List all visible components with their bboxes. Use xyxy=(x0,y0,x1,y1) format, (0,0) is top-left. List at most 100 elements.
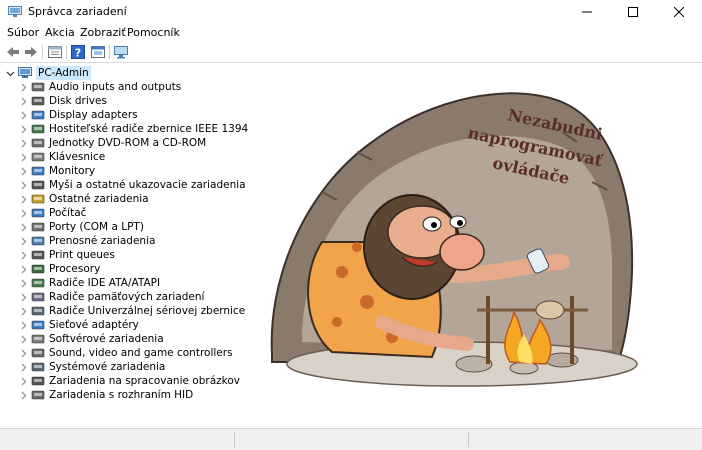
chevron-right-icon[interactable] xyxy=(18,206,28,220)
maximize-icon xyxy=(628,7,638,17)
tree-item[interactable]: Prenosné zariadenia xyxy=(18,234,155,248)
tree-item[interactable]: Disk drives xyxy=(18,94,107,108)
chevron-right-icon[interactable] xyxy=(18,122,28,136)
tree-item-label: Prenosné zariadenia xyxy=(49,235,156,247)
minimize-button[interactable] xyxy=(564,0,610,24)
back-icon[interactable] xyxy=(5,44,21,60)
tree-item-label: Porty (COM a LPT) xyxy=(49,221,144,233)
network-adapter-icon xyxy=(31,320,45,330)
tree-item[interactable]: Hostiteľské radiče zbernice IEEE 1394 xyxy=(18,122,248,136)
mouse-icon xyxy=(31,180,45,190)
toolbar-separator xyxy=(42,45,43,59)
maximize-button[interactable] xyxy=(610,0,656,24)
close-button[interactable] xyxy=(656,0,702,24)
tree-item-label: Procesory xyxy=(49,263,101,275)
tree-item[interactable]: Ostatné zariadenia xyxy=(18,192,149,206)
tree-item[interactable]: Zariadenia s rozhraním HID xyxy=(18,388,193,402)
tree-item-label: Systémové zariadenia xyxy=(49,361,166,373)
chevron-right-icon[interactable] xyxy=(18,164,28,178)
tree-item[interactable]: Systémové zariadenia xyxy=(18,360,165,374)
tree-item[interactable]: Monitory xyxy=(18,164,95,178)
tree-root[interactable]: PC-Admin xyxy=(5,66,91,80)
svg-text:?: ? xyxy=(75,47,81,60)
tree-item[interactable]: Sound, video and game controllers xyxy=(18,346,233,360)
port-icon xyxy=(31,222,45,232)
tree-item[interactable]: Radiče IDE ATA/ATAPI xyxy=(18,276,160,290)
chevron-right-icon[interactable] xyxy=(18,136,28,150)
chevron-right-icon[interactable] xyxy=(18,332,28,346)
chevron-right-icon[interactable] xyxy=(18,388,28,402)
storage-controller-icon xyxy=(31,292,45,302)
dvd-icon xyxy=(31,138,45,148)
chevron-right-icon[interactable] xyxy=(18,248,28,262)
computer-icon xyxy=(31,208,45,218)
title-bar: Správca zariadení xyxy=(0,0,702,24)
tree-item[interactable]: Sieťové adaptéry xyxy=(18,318,139,332)
chevron-right-icon[interactable] xyxy=(18,276,28,290)
chevron-right-icon[interactable] xyxy=(18,318,28,332)
close-icon xyxy=(674,7,684,17)
toolbar-separator xyxy=(66,45,67,59)
menu-help[interactable]: Pomocník xyxy=(127,26,180,39)
tree-item-label: Jednotky DVD-ROM a CD-ROM xyxy=(49,137,207,149)
tree-root-label: PC-Admin xyxy=(36,66,91,80)
menu-view[interactable]: Zobraziť xyxy=(80,26,126,39)
chevron-right-icon[interactable] xyxy=(18,374,28,388)
minimize-icon xyxy=(582,11,592,13)
tree-item[interactable]: Display adapters xyxy=(18,108,138,122)
tree-item[interactable]: Počítač xyxy=(18,206,86,220)
tree-item[interactable]: Radiče pamäťových zariadení xyxy=(18,290,204,304)
chevron-right-icon[interactable] xyxy=(18,262,28,276)
menu-action[interactable]: Akcia xyxy=(45,26,75,39)
tree-item[interactable]: Audio inputs and outputs xyxy=(18,80,181,94)
tree-item[interactable]: Softvérové zariadenia xyxy=(18,332,164,346)
software-device-icon xyxy=(31,334,45,344)
monitor-icon xyxy=(31,166,45,176)
computer-icon xyxy=(18,67,32,78)
chevron-right-icon[interactable] xyxy=(18,150,28,164)
help-icon[interactable]: ? xyxy=(70,44,86,60)
disk-icon xyxy=(31,96,45,106)
tree-item[interactable]: Print queues xyxy=(18,248,115,262)
forward-icon[interactable] xyxy=(23,44,39,60)
tree-item[interactable]: Myši a ostatné ukazovacie zariadenia xyxy=(18,178,246,192)
tree-item-label: Sound, video and game controllers xyxy=(49,347,233,359)
ide-icon xyxy=(31,278,45,288)
chevron-right-icon[interactable] xyxy=(18,290,28,304)
processor-icon xyxy=(31,264,45,274)
chevron-right-icon[interactable] xyxy=(18,80,28,94)
status-separator xyxy=(468,432,469,447)
unknown-device-icon xyxy=(31,194,45,204)
chevron-right-icon[interactable] xyxy=(18,304,28,318)
tree-item-label: Audio inputs and outputs xyxy=(49,81,182,93)
tree-item-label: Print queues xyxy=(49,249,115,261)
tree-item[interactable]: Procesory xyxy=(18,262,100,276)
update-driver-icon[interactable] xyxy=(90,44,106,60)
tree-item-label: Počítač xyxy=(49,207,87,219)
properties-icon[interactable] xyxy=(47,44,63,60)
chevron-right-icon[interactable] xyxy=(18,178,28,192)
chevron-right-icon[interactable] xyxy=(18,360,28,374)
tree-item-label: Ostatné zariadenia xyxy=(49,193,149,205)
tree-item[interactable]: Klávesnice xyxy=(18,150,105,164)
chevron-right-icon[interactable] xyxy=(18,192,28,206)
chevron-right-icon[interactable] xyxy=(18,94,28,108)
tree-item[interactable]: Jednotky DVD-ROM a CD-ROM xyxy=(18,136,206,150)
menu-file[interactable]: Súbor xyxy=(7,26,39,39)
hid-icon xyxy=(31,390,45,400)
chevron-right-icon[interactable] xyxy=(18,108,28,122)
speaker-icon xyxy=(31,82,45,92)
tree-item[interactable]: Porty (COM a LPT) xyxy=(18,220,144,234)
chevron-right-icon[interactable] xyxy=(18,220,28,234)
chevron-right-icon[interactable] xyxy=(18,234,28,248)
usb-icon xyxy=(31,306,45,316)
camera-icon xyxy=(31,376,45,386)
status-separator xyxy=(234,432,235,447)
tree-item[interactable]: Zariadenia na spracovanie obrázkov xyxy=(18,374,240,388)
tree-item[interactable]: Radiče Univerzálnej sériovej zbernice xyxy=(18,304,245,318)
tree-item-label: Softvérové zariadenia xyxy=(49,333,164,345)
chevron-down-icon[interactable] xyxy=(5,66,15,80)
scan-hardware-icon[interactable] xyxy=(113,44,129,60)
toolbar-separator xyxy=(109,45,110,59)
chevron-right-icon[interactable] xyxy=(18,346,28,360)
